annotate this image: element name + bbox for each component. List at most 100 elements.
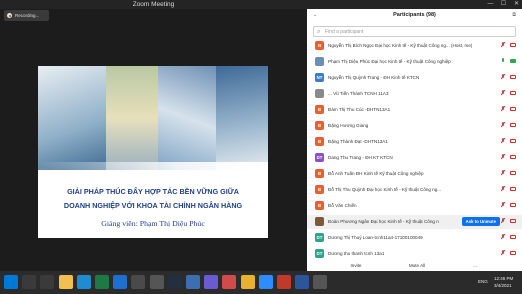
app3-icon[interactable] [277, 275, 291, 289]
participant-row[interactable]: Đ Đàm Thị Thu Cúc -DHTN13A1 [307, 103, 522, 117]
ask-to-unmute-button[interactable]: Ask to Unmute [461, 217, 500, 226]
microphone-muted-icon [501, 122, 505, 128]
popout-icon[interactable]: ⧉ [512, 12, 516, 18]
windows-icon[interactable] [4, 275, 18, 289]
more-button[interactable]: ... [470, 262, 480, 270]
participant-row[interactable]: DT Dang Thu Trang - ĐH KT KTCN [307, 151, 522, 165]
language-indicator[interactable]: ENG [478, 279, 488, 284]
participant-name: Nguyễn Thị Bích Ngọc Đại học Kinh tế - K… [328, 43, 473, 48]
video-off-icon [510, 123, 516, 127]
participants-panel: ⌄ Participants (98) ⧉ ⌕ N Nguyễn Thị Bích… [307, 9, 522, 271]
store-icon[interactable] [186, 275, 200, 289]
participant-row[interactable]: Đ Đỗ Anh Tuấn ĐH Kinh tế Kỹ thuật Công ng… [307, 167, 522, 181]
invite-button[interactable]: Invite [343, 262, 369, 270]
minimize-button[interactable]: — [486, 0, 495, 9]
video-off-icon [510, 187, 516, 191]
participants-title: Participants (98) [393, 12, 436, 18]
edge-icon[interactable] [76, 275, 91, 289]
microphone-muted-icon [501, 154, 505, 160]
microphone-muted-icon [501, 218, 505, 224]
participant-row[interactable]: Phạm Thị Diệu Phúc Đại học Kinh tế - Kỹ … [307, 55, 522, 69]
app-icon[interactable] [204, 275, 219, 289]
recording-indicator[interactable]: Recording... [4, 10, 49, 21]
excel-icon[interactable] [95, 275, 109, 289]
clock-time[interactable]: 12:46 PM [494, 276, 513, 281]
slide-title-line-1: GIẢI PHÁP THÚC ĐẨY HỢP TÁC BỀN VỮNG GIỮA [67, 187, 239, 196]
settings-icon[interactable] [149, 275, 164, 289]
participant-name: Phạm Thị Diệu Phúc Đại học Kinh tế - Kỹ … [328, 59, 451, 64]
video-off-icon [510, 43, 516, 47]
participants-footer: Invite Mute All ... [307, 261, 522, 271]
search-icon: ⌕ [317, 29, 321, 35]
participant-name: Đặng Hương Giang [328, 123, 369, 128]
video-off-icon [510, 219, 516, 223]
search-input[interactable] [325, 27, 510, 36]
avatar: Đ [315, 185, 324, 194]
avatar: Đ [315, 121, 324, 130]
title-bar: Zoom Meeting — ☐ ✕ [0, 0, 522, 9]
participant-row[interactable]: Đ Đỗ Thị Thu Quỳnh Đại học Kinh tế - Kỹ t… [307, 183, 522, 197]
video-off-icon [510, 139, 516, 143]
search-icon[interactable] [22, 275, 37, 289]
participant-name: Đàm Thị Thu Cúc -DHTN13A1 [328, 107, 391, 112]
avatar: Đ [315, 105, 324, 114]
video-off-icon [510, 203, 516, 207]
slide-title-line-2: DOANH NGHIỆP VỚI KHOA TÀI CHÍNH NGÂN HÀN… [63, 201, 243, 210]
clock-date[interactable]: 3/4/2021 [494, 283, 512, 288]
file-explorer-icon[interactable] [58, 275, 73, 289]
participant-row[interactable]: Đ Đặng Hương Giang [307, 119, 522, 133]
microphone-muted-icon [501, 202, 505, 208]
avatar: DT [315, 249, 324, 258]
photos-icon[interactable] [131, 275, 146, 289]
microphone-muted-icon [501, 170, 505, 176]
participant-row[interactable]: NT Nguyễn Thị Quỳnh Trang - ĐH Kinh tế KT… [307, 71, 522, 85]
participant-row[interactable]: DT Dương thu thanh tcnh 13a1 [307, 247, 522, 261]
participant-row[interactable]: ... Vũ Tiến Thành TCNH 11A3 [307, 87, 522, 101]
participant-name: ... Vũ Tiến Thành TCNH 11A3 [328, 91, 389, 96]
participant-row[interactable]: DT Dương Thị Thuý Loan-tcnh11a4-171001000… [307, 231, 522, 245]
chrome-icon[interactable] [240, 275, 255, 289]
avatar: NT [315, 73, 324, 82]
participant-row[interactable]: Đ Đặng Thành Đạt -DHTN13A1 [307, 135, 522, 149]
video-off-icon [510, 235, 516, 239]
avatar: N [315, 41, 324, 50]
microphone-muted-icon [501, 106, 505, 112]
participant-row[interactable]: N Nguyễn Thị Bích Ngọc Đại học Kinh tế - … [307, 39, 522, 53]
app2-icon[interactable] [222, 275, 237, 289]
participant-name: Đỗ Anh Tuấn ĐH Kinh tế Kỹ thuật Công ngh… [328, 171, 424, 176]
participant-row[interactable]: Đoàn Phương Ngân Đại học Kinh tế - Kỹ th… [307, 215, 522, 229]
maximize-button[interactable]: ☐ [499, 0, 508, 9]
mute-all-button[interactable]: Mute All [403, 262, 431, 270]
app4-icon[interactable] [313, 275, 328, 289]
windows-taskbar: ENG 12:46 PM 3/4/2021 [0, 271, 522, 294]
participant-row[interactable]: Đ Đỗ Văn Chiến [307, 199, 522, 213]
slide-banner-image [38, 66, 268, 170]
video-off-icon [510, 107, 516, 111]
video-off-icon [510, 155, 516, 159]
avatar: Đ [315, 201, 324, 210]
zoom-icon[interactable] [258, 275, 273, 289]
microphone-icon [501, 58, 505, 64]
amazon-icon[interactable] [167, 275, 182, 289]
avatar [315, 217, 324, 226]
video-off-icon [510, 75, 516, 79]
task-view-icon[interactable] [40, 275, 55, 289]
microphone-muted-icon [501, 74, 505, 80]
window-title: Zoom Meeting [132, 1, 175, 8]
mail-icon[interactable] [113, 275, 128, 289]
participants-header: ⌄ Participants (98) ⧉ [307, 9, 522, 24]
participant-name: Đặng Thành Đạt -DHTN13A1 [328, 139, 388, 144]
avatar [315, 57, 324, 66]
microphone-muted-icon [501, 42, 505, 48]
video-camera-icon [510, 59, 516, 63]
participant-search[interactable]: ⌕ [313, 26, 516, 37]
microphone-muted-icon [501, 250, 505, 256]
participant-name: Đoàn Phương Ngân Đại học Kinh tế - Kỹ th… [328, 219, 439, 224]
recording-label: Recording... [15, 13, 40, 18]
shared-screen: GIẢI PHÁP THÚC ĐẨY HỢP TÁC BỀN VỮNG GIỮA… [0, 9, 307, 271]
word-icon[interactable] [295, 275, 310, 289]
avatar: DT [315, 153, 324, 162]
close-button[interactable]: ✕ [512, 0, 521, 9]
slide-lecturer: Giảng viên: Phạm Thị Diệu Phúc [101, 219, 205, 228]
participant-name: Đỗ Văn Chiến [328, 203, 357, 208]
